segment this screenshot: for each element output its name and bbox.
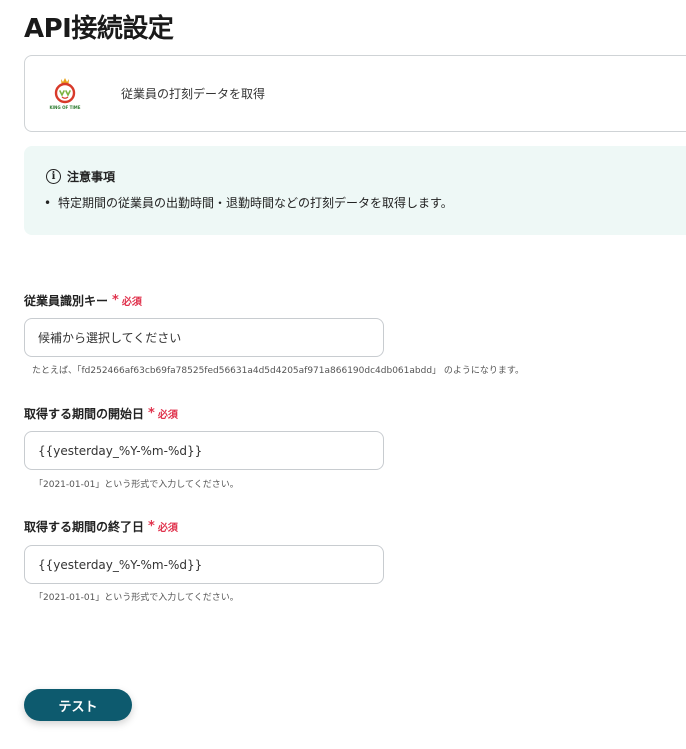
required-text: 必須 xyxy=(157,523,178,534)
required-text: 必須 xyxy=(121,297,142,308)
end-date-hint: 「2021-01-01」という形式で入力してください。 xyxy=(34,593,239,603)
end-date-input[interactable]: {{yesterday_%Y-%m-%d}} xyxy=(24,545,384,584)
required-mark: * xyxy=(148,519,155,534)
notice-list: 特定期間の従業員の出勤時間・退勤時間などの打刻データを取得します。 xyxy=(44,194,453,211)
logo-text: KING OF TIME xyxy=(49,104,81,110)
page-title: API接続設定 xyxy=(24,14,174,44)
required-text: 必須 xyxy=(157,410,178,421)
end-date-label: 取得する期間の終了日 * 必須 xyxy=(24,518,178,535)
field-label-text: 取得する期間の開始日 xyxy=(24,407,145,421)
field-label-text: 取得する期間の終了日 xyxy=(24,520,145,534)
required-mark: * xyxy=(112,293,119,308)
employee-key-select[interactable]: 候補から選択してください xyxy=(24,318,384,357)
field-label-text: 従業員識別キー xyxy=(24,294,109,308)
info-icon: i xyxy=(46,169,61,184)
notice-title: 注意事項 xyxy=(67,170,116,184)
notice-item: 特定期間の従業員の出勤時間・退勤時間などの打刻データを取得します。 xyxy=(44,194,453,211)
start-date-input[interactable]: {{yesterday_%Y-%m-%d}} xyxy=(24,431,384,470)
api-connection-settings-page: API接続設定 KING OF TIME 従業員の打刻データを取得 i 注意事項… xyxy=(0,0,686,749)
required-mark: * xyxy=(148,406,155,421)
action-label: 従業員の打刻データを取得 xyxy=(121,87,266,101)
app-action-card: KING OF TIME 従業員の打刻データを取得 xyxy=(24,55,686,132)
employee-key-hint: たとえば、「fd252466af63cb69fa78525fed56631a4d… xyxy=(32,366,524,376)
test-button[interactable]: テスト xyxy=(24,689,132,721)
kingoftime-logo-icon: KING OF TIME xyxy=(49,76,81,112)
start-date-hint: 「2021-01-01」という形式で入力してください。 xyxy=(34,480,239,490)
notice-box: i 注意事項 特定期間の従業員の出勤時間・退勤時間などの打刻データを取得します。 xyxy=(24,146,686,235)
start-date-label: 取得する期間の開始日 * 必須 xyxy=(24,405,178,422)
notice-header: i 注意事項 xyxy=(46,168,115,185)
employee-key-label: 従業員識別キー * 必須 xyxy=(24,292,142,309)
